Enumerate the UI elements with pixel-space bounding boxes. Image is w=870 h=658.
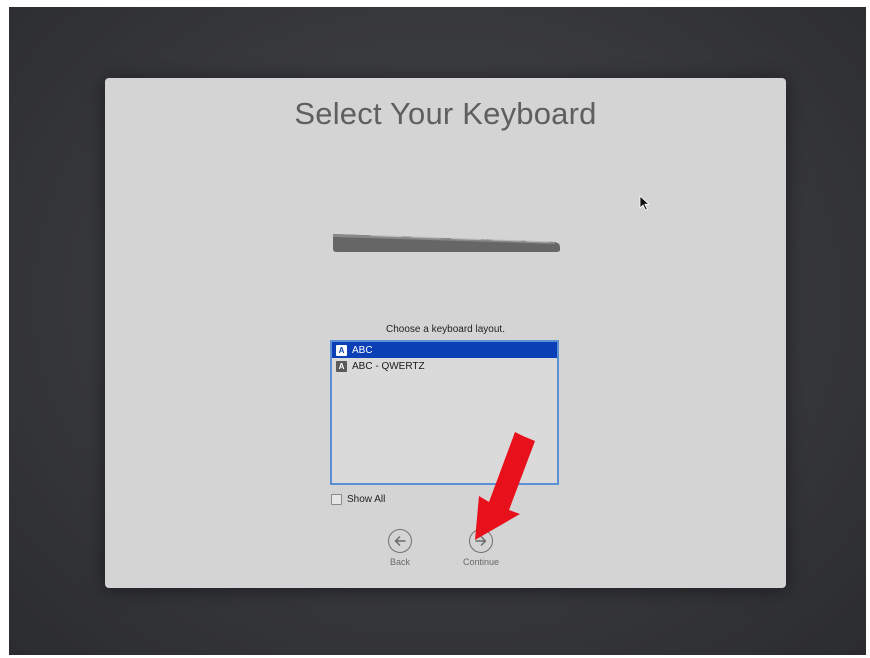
forward-arrow-icon [469, 529, 493, 553]
continue-button[interactable]: Continue [456, 529, 506, 567]
show-all-option[interactable]: Show All [331, 494, 385, 505]
input-source-icon: A [336, 360, 347, 372]
show-all-checkbox[interactable] [331, 494, 342, 505]
show-all-label: Show All [347, 494, 386, 505]
keyboard-layout-list[interactable]: A ABC A ABC - QWERTZ [330, 340, 559, 485]
list-item-abc[interactable]: A ABC [332, 342, 557, 358]
keyboard-setup-dialog: Select Your Keyboard Choose a keyboard l… [105, 78, 786, 588]
back-label: Back [389, 557, 410, 567]
back-button[interactable]: Back [375, 529, 425, 567]
page-title: Select Your Keyboard [294, 96, 597, 131]
keyboard-illustration [333, 234, 560, 252]
list-item-abc-qwertz[interactable]: A ABC - QWERTZ [332, 358, 557, 374]
input-source-icon: A [336, 344, 347, 356]
setup-screen: Select Your Keyboard Choose a keyboard l… [9, 7, 866, 655]
list-item-label: ABC - QWERTZ [352, 360, 425, 372]
mouse-pointer-icon [639, 195, 651, 211]
continue-label: Continue [462, 557, 500, 567]
list-item-label: ABC [352, 344, 373, 356]
back-arrow-icon [388, 529, 412, 553]
layout-prompt: Choose a keyboard layout. [386, 324, 505, 335]
